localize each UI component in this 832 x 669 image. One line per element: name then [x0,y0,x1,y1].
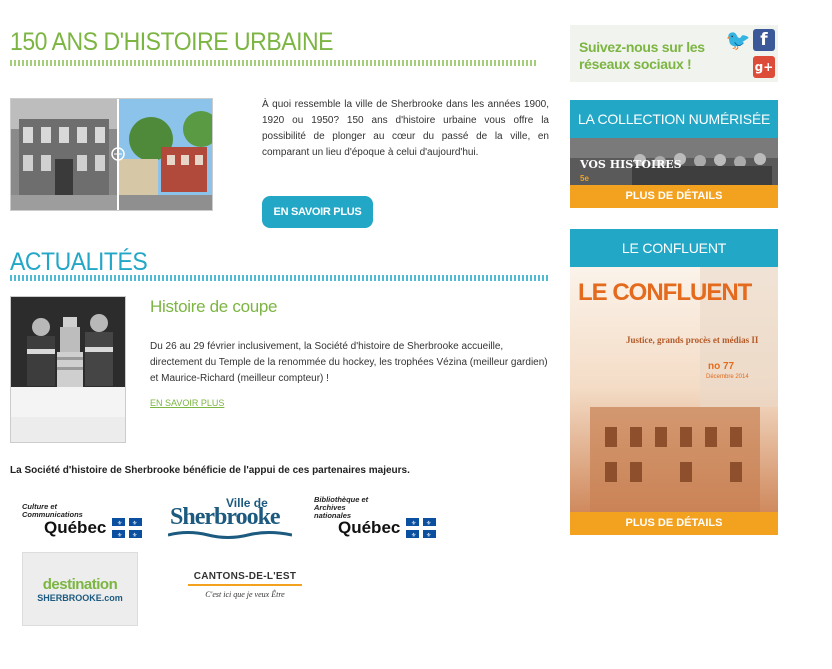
intro-divider [10,60,538,66]
social-box: Suivez-nous sur les réseaux sociaux ! 🐦 … [570,25,778,82]
news-title[interactable]: Histoire de coupe [150,297,278,317]
logo-cantons-slogan: C'est ici que je veux Être [205,590,285,599]
svg-text:⚜: ⚜ [411,532,416,538]
confluent-more-button[interactable]: PLUS DE DÉTAILS [570,512,778,535]
before-after-photo[interactable] [10,98,213,211]
collection-banner[interactable]: VOS HISTOIRES 5e PLUS DE DÉTAILS [570,138,778,208]
confluent-cover[interactable]: LE CONFLUENT Justice, grands procès et m… [570,267,778,535]
collection-banner-text: VOS HISTOIRES [580,158,682,171]
collection-banner-sub: 5e [580,174,589,183]
quebec-flag-icon: ⚜ ⚜ ⚜ ⚜ [406,518,436,538]
google-plus-icon[interactable]: g+ [753,56,775,78]
news-image [11,297,125,442]
collection-header[interactable]: LA COLLECTION NUMÉRISÉE [570,100,778,138]
collection-more-button[interactable]: PLUS DE DÉTAILS [570,185,778,208]
quebec-flag-icon: ⚜ ⚜ ⚜ ⚜ [112,518,142,538]
partners-intro: La Société d'histoire de Sherbrooke béné… [10,465,410,476]
intro-heading: 150 ANS D'HISTOIRE URBAINE [10,28,334,56]
twitter-icon[interactable]: 🐦 [726,28,751,52]
confluent-subtitle: Justice, grands procès et médias II [626,335,759,345]
before-after-image [11,99,212,210]
svg-text:⚜: ⚜ [411,520,416,527]
logo-culture-quebec[interactable]: Culture et Communications Québec ⚜ ⚜ ⚜ ⚜ [22,503,144,543]
confluent-date: Décembre 2014 [706,374,749,380]
logo-destination-sub: SHERBROOKE.com [37,592,123,603]
news-body: Du 26 au 29 février inclusivement, la So… [150,341,548,384]
river-wave-icon [168,531,292,539]
svg-text:⚜: ⚜ [117,532,122,538]
confluent-issue: no 77 [708,361,735,372]
confluent-header[interactable]: LE CONFLUENT [570,229,778,267]
logo-destination-sherbrooke[interactable]: destination SHERBROOKE.com [22,552,138,626]
confluent-image [570,267,778,535]
confluent-logo: LE CONFLUENT [578,279,752,306]
news-divider [10,275,548,281]
social-text: Suivez-nous sur les réseaux sociaux ! [579,39,705,72]
intro-paragraph: À quoi ressemble la ville de Sherbrooke … [262,99,549,158]
svg-text:⚜: ⚜ [426,520,431,527]
news-learn-more-link[interactable]: EN SAVOIR PLUS [150,398,224,408]
intro-learn-more-button[interactable]: EN SAVOIR PLUS [262,196,373,228]
logo-cantons-de-lest[interactable]: CANTONS-DE-L'EST C'est ici que je veux Ê… [188,571,302,611]
logo-cantons-word: CANTONS-DE-L'EST [188,571,302,586]
logo-banq-quebec-word: Québec [338,518,401,537]
logo-sherbrooke-word: Sherbrooke [170,504,281,530]
logo-destination-word: destination [42,575,118,593]
svg-text:⚜: ⚜ [132,520,137,527]
news-heading: ACTUALITÉS [10,248,148,276]
logo-banq-label: Bibliothèque et Archives nationales [314,495,369,520]
logo-banq[interactable]: Bibliothèque et Archives nationales Québ… [314,496,438,540]
logo-culture-label: Culture et Communications [22,502,83,519]
news-photo[interactable] [10,296,126,443]
svg-text:⚜: ⚜ [426,532,431,538]
logo-ville-sherbrooke[interactable]: Ville de Sherbrooke [168,496,292,540]
logo-culture-quebec-word: Québec [44,518,107,537]
svg-text:⚜: ⚜ [117,520,122,527]
svg-text:⚜: ⚜ [132,532,137,538]
facebook-icon[interactable]: f [753,29,775,51]
